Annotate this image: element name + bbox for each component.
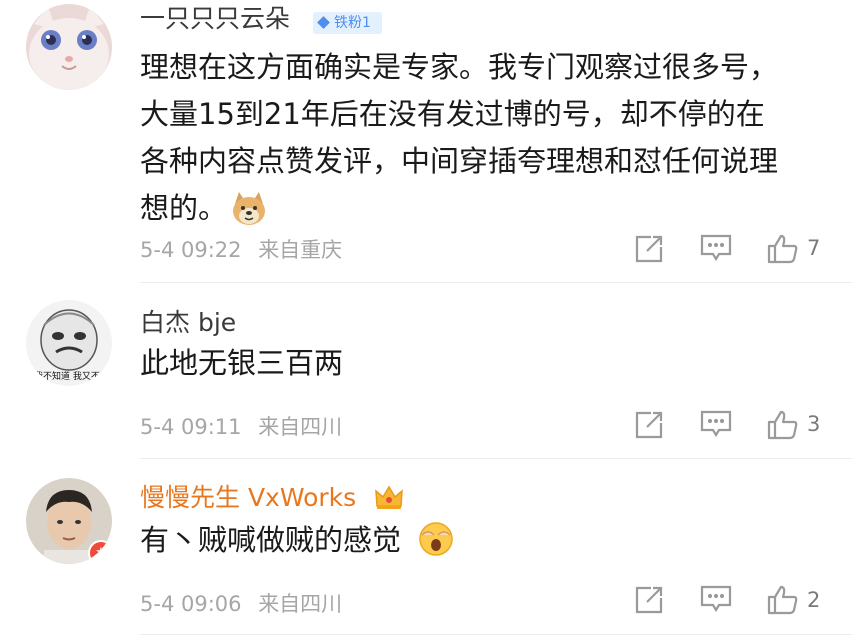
like-count: 7 bbox=[807, 236, 821, 260]
thumbs-up-icon[interactable] bbox=[767, 410, 798, 440]
username[interactable]: 一只只只云朵 bbox=[140, 2, 290, 36]
like-count: 3 bbox=[807, 412, 821, 436]
comment-text-line: 此地无银三百两 bbox=[140, 346, 344, 380]
location: 来自重庆 bbox=[258, 238, 343, 262]
divider bbox=[140, 282, 852, 283]
comment-meta: 5-4 09:06 来自四川 bbox=[140, 588, 352, 618]
location: 来自四川 bbox=[258, 592, 343, 616]
avatar-caption: 我不知道 我又不问 bbox=[34, 372, 109, 382]
timestamp: 5-4 09:22 bbox=[140, 238, 242, 262]
man-photo-avatar[interactable]: ★ bbox=[26, 478, 112, 564]
location: 来自四川 bbox=[258, 415, 343, 439]
comment-text-line: 各种内容点赞发评，中间穿插夸理想和怼任何说理 bbox=[140, 144, 779, 178]
comment-icon[interactable] bbox=[700, 234, 732, 264]
comment-meta: 5-4 09:22 来自重庆 bbox=[140, 234, 352, 264]
crown-icon[interactable] bbox=[374, 484, 404, 514]
thumbs-up-icon[interactable] bbox=[767, 234, 798, 264]
comment-text-line-wrap: 想的。 bbox=[140, 185, 830, 240]
shocked-face-emoji bbox=[418, 521, 454, 561]
comment-text-line: 大量15到21年后在没有发过博的号，却不停的在 bbox=[140, 97, 765, 131]
comment-text: 有丶贼喊做贼的感觉 bbox=[140, 517, 401, 564]
share-icon[interactable] bbox=[634, 585, 664, 615]
timestamp: 5-4 09:06 bbox=[140, 592, 242, 616]
comment-text: 此地无银三百两 bbox=[140, 340, 343, 387]
share-icon[interactable] bbox=[634, 410, 664, 440]
comment-icon[interactable] bbox=[700, 585, 732, 615]
comment-item: 一只只只云朵 铁粉1 理想在这方面确实是专家。我专门观察过很多号， 大量15到2… bbox=[0, 0, 852, 282]
meme-face-avatar[interactable]: 我不知道 我又不问 bbox=[26, 300, 112, 386]
comment-icon[interactable] bbox=[700, 410, 732, 440]
vip-star-icon: ★ bbox=[88, 540, 112, 564]
white-cat-avatar[interactable] bbox=[26, 4, 112, 90]
comment-text-line: 有丶贼喊做贼的感觉 bbox=[140, 523, 402, 557]
badge-label: 铁粉1 bbox=[334, 15, 371, 31]
comment-meta: 5-4 09:11 来自四川 bbox=[140, 411, 352, 441]
thumbs-up-icon[interactable] bbox=[767, 585, 798, 615]
username[interactable]: 慢慢先生 VxWorks bbox=[140, 481, 356, 515]
divider bbox=[140, 634, 852, 635]
comment-text-line: 理想在这方面确实是专家。我专门观察过很多号， bbox=[140, 50, 779, 84]
doge-emoji bbox=[231, 192, 267, 240]
share-icon[interactable] bbox=[634, 234, 664, 264]
diamond-icon bbox=[317, 16, 330, 29]
divider bbox=[140, 458, 852, 459]
fan-badge[interactable]: 铁粉1 bbox=[313, 12, 382, 34]
timestamp: 5-4 09:11 bbox=[140, 415, 242, 439]
comment-text: 理想在这方面确实是专家。我专门观察过很多号， 大量15到21年后在没有发过博的号… bbox=[140, 44, 830, 240]
like-count: 2 bbox=[807, 588, 821, 612]
comment-text-line: 想的。 bbox=[140, 191, 228, 225]
username[interactable]: 白杰 bje bbox=[140, 306, 236, 340]
